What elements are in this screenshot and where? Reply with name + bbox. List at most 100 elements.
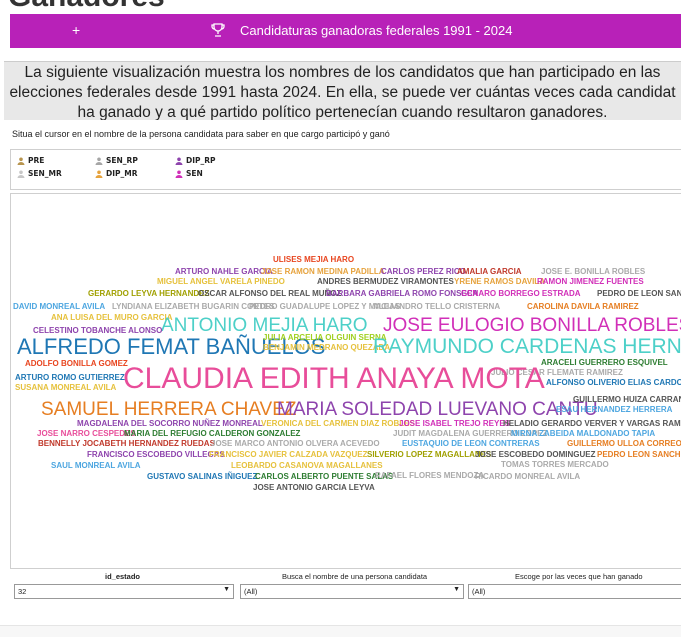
candidate-name[interactable]: JOSE ISABEL TREJO REYES — [399, 420, 510, 428]
candidate-name[interactable]: PEDRO DE LEON SANCHEZ — [597, 290, 681, 298]
candidate-name[interactable]: GUSTAVO SALINAS IÑIGUEZ — [147, 473, 257, 481]
candidate-name[interactable]: ADOLFO BONILLA GOMEZ — [25, 360, 128, 368]
candidate-name[interactable]: JOSE NARRO CESPEDES — [37, 430, 136, 438]
candidate-name[interactable]: FRANCISCO JAVIER CALZADA VAZQUEZ — [209, 451, 368, 459]
candidate-name[interactable]: LEOBARDO CASANOVA MAGALLANES — [231, 462, 383, 470]
word-cloud: ULISES MEJIA HARO ARTURO NAHLE GARCIA JOSE… — [10, 193, 681, 569]
person-icon — [95, 157, 103, 165]
legend-label: DIP_MR — [106, 169, 138, 178]
person-icon — [175, 157, 183, 165]
candidate-name[interactable]: ANDRES BERMUDEZ VIRAMONTES — [317, 278, 454, 286]
candidate-name[interactable]: EUSTAQUIO DE LEON CONTRERAS — [402, 440, 540, 448]
candidate-name[interactable]: JOSE MARCO ANTONIO OLVERA ACEVEDO — [211, 440, 380, 448]
nombre-select-value: (All) — [244, 587, 258, 596]
veces-select[interactable]: (All) — [468, 584, 681, 599]
candidate-name[interactable]: JOSE E. BONILLA ROBLES — [541, 268, 645, 276]
candidate-name[interactable]: GUILLERMO HUIZA CARRANZA — [573, 396, 681, 404]
person-icon — [175, 170, 183, 178]
candidate-name[interactable]: FRANCISCO ESCOBEDO VILLEGAS — [87, 451, 225, 459]
intro-line: La siguiente visualización muestra los n… — [24, 64, 661, 81]
legend-label: SEN — [186, 169, 203, 178]
candidate-name[interactable]: SUSANA MONREAL AVILA — [15, 384, 116, 392]
candidate-name[interactable]: MAGDALENA DEL SOCORRO NUÑEZ MONREAL — [77, 420, 263, 428]
candidate-name[interactable]: ARTURO NAHLE GARCIA — [175, 268, 273, 276]
filter-bar: id_estado 32 ▼ Busca el nombre de una pe… — [10, 572, 681, 602]
candidate-name[interactable]: ANA LUISA DEL MURO GARCIA — [51, 314, 172, 322]
candidate-name[interactable]: SAUL MONREAL AVILA — [51, 462, 140, 470]
candidate-name[interactable]: ARTURO ROMO GUTIERREZ — [15, 374, 125, 382]
candidate-name[interactable]: AMALIA GARCIA — [457, 268, 522, 276]
candidate-name[interactable]: JOSE EULOGIO BONILLA ROBLES — [383, 316, 681, 335]
candidate-name[interactable]: ALFONSO OLIVERIO ELIAS CARDONA — [546, 379, 681, 387]
candidate-name[interactable]: RAMON JIMENEZ FUENTES — [537, 278, 644, 286]
candidate-name[interactable]: SILVERIO LOPEZ MAGALLANES — [367, 451, 491, 459]
intro-line: ha ganado y a qué partido político perte… — [77, 104, 608, 120]
legend-label: SEN_RP — [106, 156, 138, 165]
candidate-name[interactable]: RAYMUNDO CARDENAS HERNANDEZ — [373, 336, 681, 357]
expand-button[interactable]: + — [72, 22, 80, 38]
candidate-name[interactable]: MIGUEL ANGEL VARELA PINEDO — [157, 278, 285, 286]
candidate-name[interactable]: VERONICA DEL CARMEN DIAZ ROBLES — [261, 420, 415, 428]
candidate-name[interactable]: SAMUEL HERRERA CHAVEZ — [41, 400, 297, 419]
legend-label: SEN_MR — [28, 169, 62, 178]
chevron-down-icon: ▼ — [453, 586, 460, 593]
next-section-strip — [0, 625, 681, 637]
candidate-name[interactable]: MARIA DEL REFUGIO CALDERON GONZALEZ — [124, 430, 300, 438]
candidate-name[interactable]: PEDRO LEON SANCHEZ — [597, 451, 681, 459]
trophy-icon — [211, 23, 225, 37]
candidate-name[interactable]: BENJAMIN MEDRANO QUEZADA — [263, 344, 390, 352]
candidate-name[interactable]: CARLOS PEREZ RICO — [381, 268, 466, 276]
legend-item-dip-mr[interactable]: DIP_MR — [95, 169, 138, 178]
legend-label: DIP_RP — [186, 156, 216, 165]
intro-line: elecciones federales desde 1991 hasta 20… — [9, 84, 676, 101]
candidate-name[interactable]: TOMAS TORRES MERCADO — [501, 461, 609, 469]
legend-item-dip-rp[interactable]: DIP_RP — [175, 156, 216, 165]
legend-item-sen-rp[interactable]: SEN_RP — [95, 156, 138, 165]
filter-label-nombre: Busca el nombre de una persona candidata — [282, 572, 428, 581]
section-header: + Candidaturas ganadoras federales 1991 … — [10, 14, 681, 48]
candidate-name[interactable]: DAVID MONREAL AVILA — [13, 303, 105, 311]
previous-section-text: Ganadores — [8, 0, 165, 14]
legend-item-sen[interactable]: SEN — [175, 169, 203, 178]
candidate-name[interactable]: OSCAR ALFONSO DEL REAL MUÑOZ — [198, 290, 341, 298]
candidate-name[interactable]: GENARO BORREGO ESTRADA — [461, 290, 581, 298]
candidate-name[interactable]: JOSE RAMON MEDINA PADILLA — [261, 268, 385, 276]
legend: PRE SEN_RP DIP_RP SEN_MR DIP_MR SEN — [10, 149, 681, 190]
estado-select[interactable]: 32 ▼ — [14, 584, 234, 599]
candidate-name[interactable]: JULIA ARCELIA OLGUIN SERNA — [263, 334, 387, 342]
candidate-name[interactable]: GERARDO LEYVA HERNANDEZ — [88, 290, 209, 298]
chevron-down-icon: ▼ — [223, 586, 230, 593]
filter-label-estado: id_estado — [105, 572, 141, 581]
estado-select-value: 32 — [18, 587, 27, 596]
candidate-name[interactable]: RAFAEL FLORES MENDOZA — [375, 472, 484, 480]
person-icon — [17, 170, 25, 178]
candidate-name[interactable]: CARLOS ALBERTO PUENTE SALAS — [255, 473, 393, 481]
person-icon — [17, 157, 25, 165]
veces-select-value: (All) — [472, 587, 486, 596]
candidate-name[interactable]: JOSE ESCOBEDO DOMINGUEZ — [475, 451, 595, 459]
candidate-name[interactable]: ARACELI GUERRERO ESQUIVEL — [541, 359, 668, 367]
candidate-name[interactable]: JOSE ANTONIO GARCIA LEYVA — [253, 484, 375, 492]
hover-hint: Situa el cursor en el nombre de la perso… — [12, 129, 390, 139]
candidate-name[interactable]: RICARDO MONREAL AVILA — [475, 473, 580, 481]
filter-label-veces: Escoge por las veces que han ganado — [515, 572, 643, 581]
legend-item-sen-mr[interactable]: SEN_MR — [17, 169, 62, 178]
candidate-name[interactable]: CLAUDIA EDITH ANAYA MOTA — [123, 364, 545, 394]
candidate-name[interactable]: ESAU HERNANDEZ HERRERA — [556, 406, 672, 414]
candidate-name[interactable]: ULISES MEJIA HARO — [273, 256, 354, 264]
candidate-name[interactable]: YRENE RAMOS DAVILA — [454, 278, 545, 286]
legend-label: PRE — [28, 156, 45, 165]
legend-item-pre[interactable]: PRE — [17, 156, 44, 165]
candidate-name[interactable]: GUILLERMO ULLOA CORREON — [567, 440, 681, 448]
candidate-name[interactable]: BENNELLY JOCABETH HERNANDEZ RUEDAS — [38, 440, 215, 448]
candidate-name[interactable]: MARIA SOLEDAD LUEVANO CANTU — [277, 400, 598, 419]
candidate-name[interactable]: HELADIO GERARDO VERVER Y VARGAS RAMIREZ — [503, 420, 681, 428]
candidate-name[interactable]: ALEJANDRO TELLO CRISTERNA — [373, 303, 500, 311]
candidate-name[interactable]: CAROLINA DAVILA RAMIREZ — [527, 303, 639, 311]
intro-text-box: La siguiente visualización muestra los n… — [4, 61, 681, 120]
person-icon — [95, 170, 103, 178]
section-title: Candidaturas ganadoras federales 1991 - … — [240, 23, 513, 38]
candidate-name[interactable]: BARBARA GABRIELA ROMO FONSECA — [326, 290, 478, 298]
nombre-select[interactable]: (All) ▼ — [240, 584, 464, 599]
candidate-name[interactable]: MIRNA ZABEIDA MALDONADO TAPIA — [511, 430, 655, 438]
